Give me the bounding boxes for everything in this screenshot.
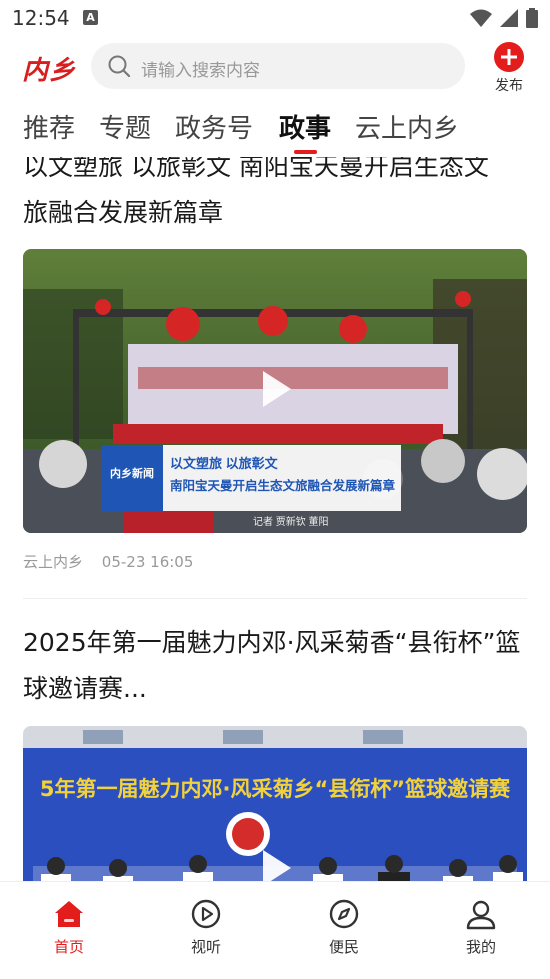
tab-affairs[interactable]: 政事 [279, 108, 331, 145]
nav-services[interactable]: 便民 [304, 898, 384, 957]
nav-home[interactable]: 首页 [29, 898, 109, 957]
compass-icon [329, 899, 359, 929]
plus-circle-icon [494, 42, 524, 72]
article-source: 云上内乡 [23, 553, 84, 571]
status-icons [470, 8, 538, 28]
nav-label: 视听 [190, 938, 221, 956]
tab-recommend[interactable]: 推荐 [23, 108, 75, 145]
play-icon[interactable] [259, 369, 293, 409]
notification-icon: A [83, 10, 98, 25]
article-meta: 云上内乡 05-23 16:05 [23, 551, 207, 572]
overlay-line-1: 以文塑旅 以旅彰文 [170, 456, 279, 471]
nav-media[interactable]: 视听 [166, 898, 246, 957]
article-title-line: 以文塑旅 以旅彰文 南阳宝天曼开启生态文 [23, 157, 489, 181]
search-input[interactable]: 请输入搜索内容 [91, 43, 465, 89]
user-icon [466, 900, 496, 930]
divider [23, 598, 527, 599]
article-time: 05-23 16:05 [101, 553, 194, 571]
article-title-line: 球邀请赛... [23, 674, 147, 703]
overlay-reporter: 记者 贾新钦 董阳 [253, 515, 329, 528]
bottom-navigation: 首页 视听 便民 我的 [0, 881, 550, 979]
home-icon [55, 901, 83, 927]
category-tabs: 推荐 专题 政务号 政事 云上内乡 [0, 100, 550, 156]
publish-button[interactable]: 发布 [490, 41, 528, 95]
nav-label: 便民 [328, 938, 359, 956]
article-title[interactable]: 2025年第一届魅力内邓·风采菊香“县衔杯”篮 球邀请赛... [23, 620, 528, 712]
status-bar: 12:54 A [0, 0, 550, 38]
wifi-icon [470, 9, 492, 27]
search-icon [108, 55, 131, 78]
article-title-line: 2025年第一届魅力内邓·风采菊香“县衔杯”篮 [23, 628, 521, 657]
active-tab-indicator [294, 150, 317, 154]
banner-text: 5年第一届魅力内邓·风采菊乡“县衔杯”篮球邀请赛 [40, 777, 511, 801]
search-placeholder: 请输入搜索内容 [141, 61, 260, 81]
signal-icon [500, 9, 518, 27]
news-badge: 内乡新闻 [110, 466, 154, 480]
nav-label: 我的 [465, 938, 496, 956]
video-thumbnail[interactable]: 5年第一届魅力内邓·风采菊乡“县衔杯”篮球邀请赛 [23, 726, 527, 881]
article-title-line: 旅融合发展新篇章 [23, 198, 224, 227]
app-logo[interactable]: 内乡 [22, 50, 76, 87]
publish-label: 发布 [495, 78, 523, 94]
play-circle-icon [191, 899, 221, 929]
nav-profile[interactable]: 我的 [441, 898, 521, 957]
battery-icon [526, 8, 538, 28]
article-title[interactable]: 以文塑旅 以旅彰文 南阳宝天曼开启生态文 旅融合发展新篇章 [23, 157, 528, 236]
header: 内乡 请输入搜索内容 发布 [0, 38, 550, 96]
tab-cloud-neixiang[interactable]: 云上内乡 [355, 108, 459, 145]
news-feed[interactable]: 以文塑旅 以旅彰文 南阳宝天曼开启生态文 旅融合发展新篇章 内乡新闻 以文塑旅 … [0, 157, 550, 881]
tab-topics[interactable]: 专题 [99, 108, 151, 145]
status-time: 12:54 [12, 6, 70, 30]
video-thumbnail[interactable]: 内乡新闻 以文塑旅 以旅彰文 南阳宝天曼开启生态文旅融合发展新篇章 记者 贾新钦… [23, 249, 527, 533]
nav-label: 首页 [53, 938, 84, 956]
play-icon[interactable] [259, 848, 293, 881]
overlay-line-2: 南阳宝天曼开启生态文旅融合发展新篇章 [170, 478, 396, 493]
tab-government-accounts[interactable]: 政务号 [175, 108, 253, 145]
